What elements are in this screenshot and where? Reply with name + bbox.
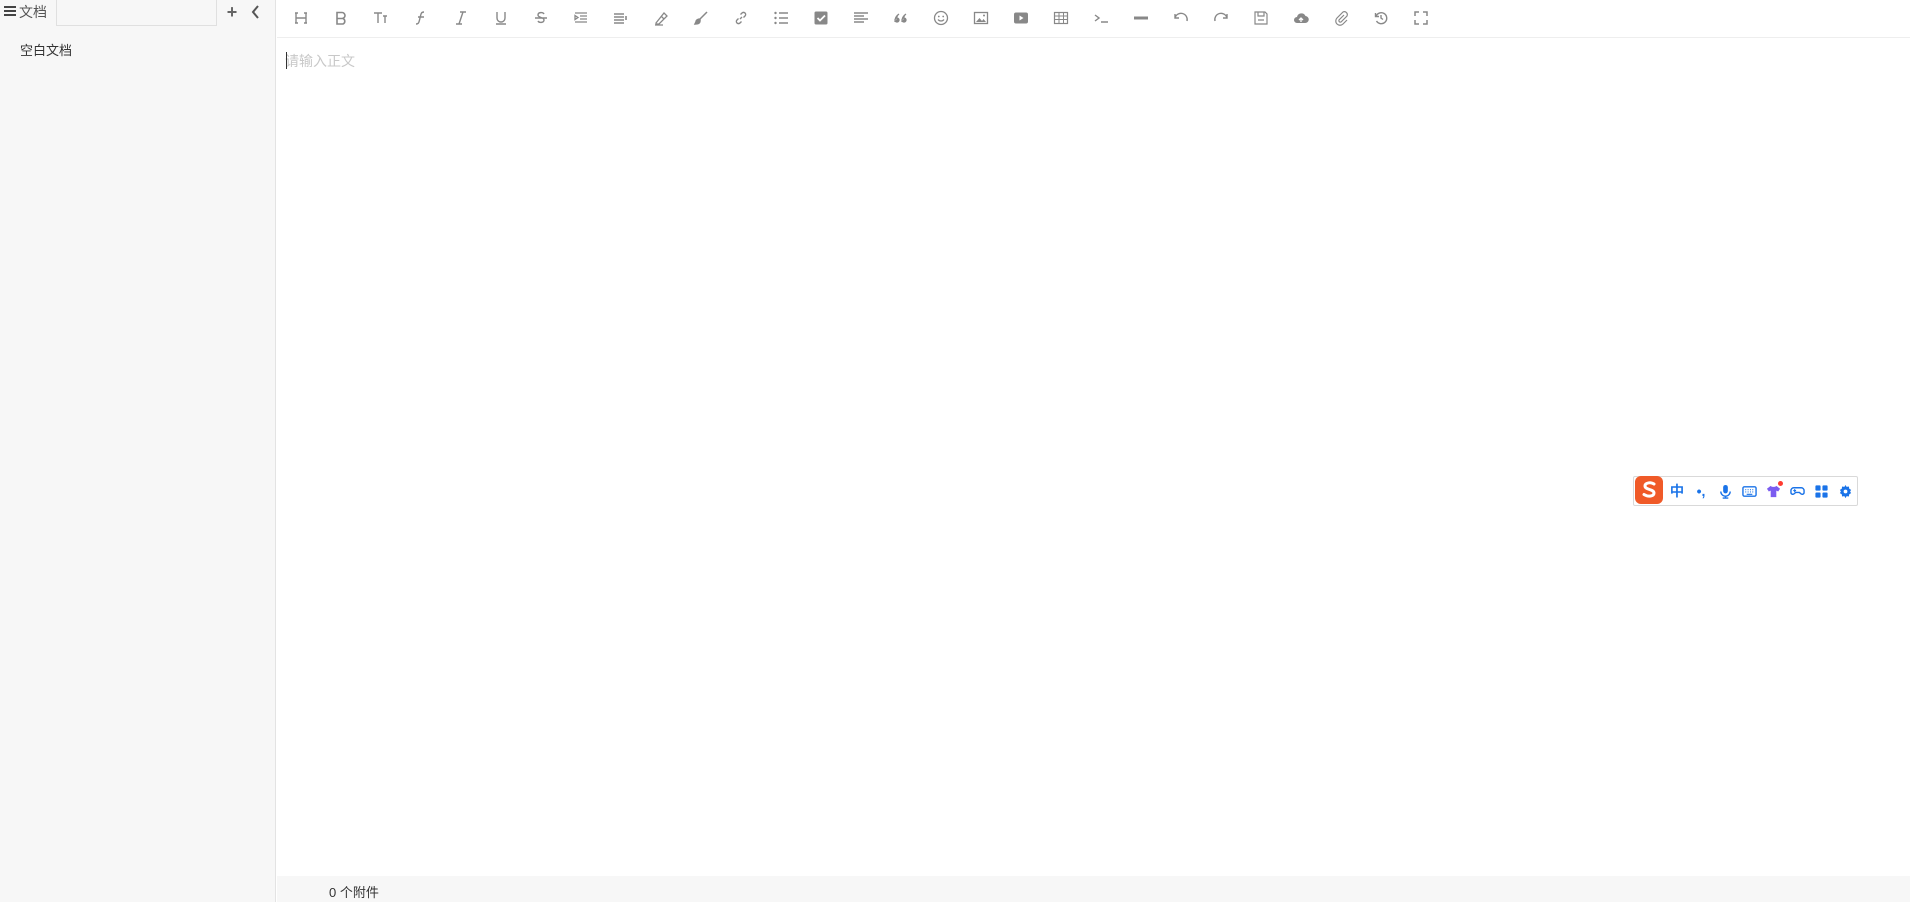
link-icon (735, 11, 747, 25)
font-size-icon (374, 12, 387, 23)
ime-settings-button[interactable] (1835, 481, 1855, 501)
italic-button[interactable] (447, 4, 475, 32)
eraser-icon (655, 12, 668, 26)
ime-voice-button[interactable] (1715, 481, 1735, 501)
list-icon (774, 11, 788, 25)
horizontal-rule-icon (1134, 16, 1148, 20)
video-icon (1014, 12, 1028, 24)
strikethrough-button[interactable] (527, 4, 555, 32)
format-painter-button[interactable] (687, 4, 715, 32)
attachment-count[interactable]: 0 个附件 (329, 882, 379, 901)
quote-button[interactable] (887, 4, 915, 32)
cloud-upload-button[interactable] (1287, 4, 1315, 32)
ime-mode-toggle[interactable]: 中 (1667, 481, 1687, 501)
list-button[interactable] (767, 4, 795, 32)
ime-keyboard-button[interactable] (1739, 481, 1759, 501)
divider-button[interactable] (1127, 4, 1155, 32)
collapse-sidebar-button[interactable] (248, 2, 264, 22)
bold-button[interactable] (327, 4, 355, 32)
indent-icon (574, 12, 587, 23)
link-button[interactable] (727, 4, 755, 32)
heading-icon (295, 12, 307, 24)
keyboard-icon (1741, 485, 1757, 497)
emoji-button[interactable] (927, 4, 955, 32)
chevron-left-icon (251, 5, 259, 19)
history-button[interactable] (1367, 4, 1395, 32)
ime-punctuation-toggle[interactable]: •, (1691, 481, 1711, 501)
fullscreen-button[interactable] (1407, 4, 1435, 32)
notification-dot (1778, 481, 1783, 486)
indent-button[interactable] (567, 4, 595, 32)
gear-icon (1839, 484, 1851, 498)
ime-game-button[interactable] (1787, 481, 1807, 501)
microphone-icon (1719, 484, 1731, 499)
font-family-icon (415, 11, 425, 25)
sidebar: 文档 + 空白文档 (0, 0, 276, 902)
sogou-logo-icon[interactable] (1633, 474, 1665, 506)
heading-button[interactable] (287, 4, 315, 32)
italic-icon (456, 11, 466, 25)
document-search-input[interactable] (56, 0, 217, 26)
cloud-upload-icon (1294, 13, 1309, 24)
emoji-icon (933, 10, 949, 26)
quote-icon (894, 13, 907, 23)
align-button[interactable] (847, 4, 875, 32)
terminal-icon (1094, 14, 1108, 23)
line-height-button[interactable] (607, 4, 635, 32)
table-icon (1053, 11, 1069, 25)
code-button[interactable] (1087, 4, 1115, 32)
ime-toolbox-button[interactable] (1811, 481, 1831, 501)
eraser-button[interactable] (647, 4, 675, 32)
image-icon (973, 11, 989, 25)
image-button[interactable] (967, 4, 995, 32)
redo-button[interactable] (1207, 4, 1235, 32)
strikethrough-icon (535, 11, 547, 24)
underline-button[interactable] (487, 4, 515, 32)
underline-icon (496, 12, 506, 25)
font-family-button[interactable] (407, 4, 435, 32)
document-item[interactable]: 空白文档 (0, 38, 276, 64)
video-button[interactable] (1007, 4, 1035, 32)
history-icon (1374, 12, 1388, 25)
paperclip-icon (1335, 11, 1348, 26)
brush-icon (693, 11, 708, 25)
document-list: 空白文档 (0, 38, 276, 64)
sidebar-header: 文档 + (0, 0, 276, 27)
sidebar-title: 文档 (19, 4, 47, 20)
font-size-button[interactable] (367, 4, 395, 32)
add-document-button[interactable]: + (224, 2, 240, 22)
redo-icon (1214, 12, 1228, 22)
ime-skin-button[interactable] (1763, 481, 1783, 501)
editor-body-input[interactable] (285, 49, 1885, 73)
shirt-icon (1766, 485, 1780, 497)
fullscreen-icon (1414, 11, 1428, 25)
grid-icon (1814, 484, 1828, 498)
gamepad-icon (1789, 486, 1805, 495)
text-caret (286, 52, 287, 69)
line-height-icon (614, 13, 627, 24)
checkbox-button[interactable] (807, 4, 835, 32)
ime-toolbar: 中 •, (1633, 476, 1858, 506)
bold-icon (336, 11, 346, 25)
align-left-icon (854, 12, 868, 23)
undo-button[interactable] (1167, 4, 1195, 32)
save-button[interactable] (1247, 4, 1275, 32)
menu-icon[interactable] (4, 6, 16, 18)
checkbox-icon (814, 11, 828, 25)
attachment-button[interactable] (1327, 4, 1355, 32)
editor-area[interactable] (277, 39, 1910, 875)
app: 文档 + 空白文档 请输入正文 0 个附件 中 •, (0, 0, 1910, 902)
save-icon (1254, 11, 1268, 25)
footer-bar: 0 个附件 (277, 876, 1910, 902)
editor-toolbar (277, 0, 1910, 38)
undo-icon (1174, 12, 1188, 22)
table-button[interactable] (1047, 4, 1075, 32)
